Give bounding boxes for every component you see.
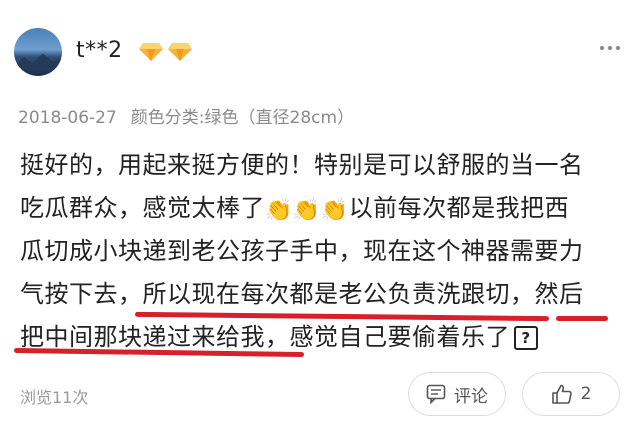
like-button[interactable]: 2 [522, 372, 620, 416]
more-icon[interactable] [600, 46, 620, 50]
red-underline [556, 316, 608, 321]
review-line-text: 瓜切成小块递到老公孩子手中，现在这个神器需要力 [20, 237, 584, 265]
member-badges [138, 42, 193, 62]
question-icon: ? [514, 326, 538, 350]
variant-info: 颜色分类:绿色（直径28cm） [130, 108, 355, 128]
review-line-text: 吃瓜群众，感觉太棒了 [20, 194, 265, 222]
comment-button[interactable]: 评论 [408, 372, 506, 416]
thumbs-up-icon [551, 384, 572, 404]
review-line: 挺好的，用起来挺方便的！特别是可以舒服的当一名 [20, 144, 620, 187]
view-count: 浏览11次 [20, 388, 89, 407]
review-line-text: 把中间那块递过来给我，感觉自己要偷着乐了 [20, 323, 510, 351]
review-date: 2018-06-27 [18, 108, 117, 128]
review-meta: 2018-06-27 颜色分类:绿色（直径28cm） [18, 103, 354, 128]
like-count: 2 [580, 384, 592, 404]
username[interactable]: t**2 [76, 38, 123, 63]
avatar[interactable] [14, 28, 62, 76]
review-text: 挺好的，用起来挺方便的！特别是可以舒服的当一名 吃瓜群众，感觉太棒了👏👏👏以前每… [20, 144, 620, 359]
gem-icon [139, 43, 163, 61]
review-line: 瓜切成小块递到老公孩子手中，现在这个神器需要力 [20, 230, 620, 273]
gem-icon [168, 43, 192, 61]
comment-icon [426, 384, 446, 404]
review-line-text: 气按下去，所以现在每次都是老公负责洗跟切，然后 [20, 280, 584, 308]
comment-label: 评论 [454, 386, 488, 407]
clap-icon: 👏👏👏 [265, 198, 349, 223]
review-line: 吃瓜群众，感觉太棒了👏👏👏以前每次都是我把西 [20, 187, 620, 230]
review-line: 气按下去，所以现在每次都是老公负责洗跟切，然后 [20, 273, 620, 316]
review-line-text: 以前每次都是我把西 [348, 194, 570, 222]
review-line-text: 挺好的，用起来挺方便的！特别是可以舒服的当一名 [20, 151, 584, 179]
